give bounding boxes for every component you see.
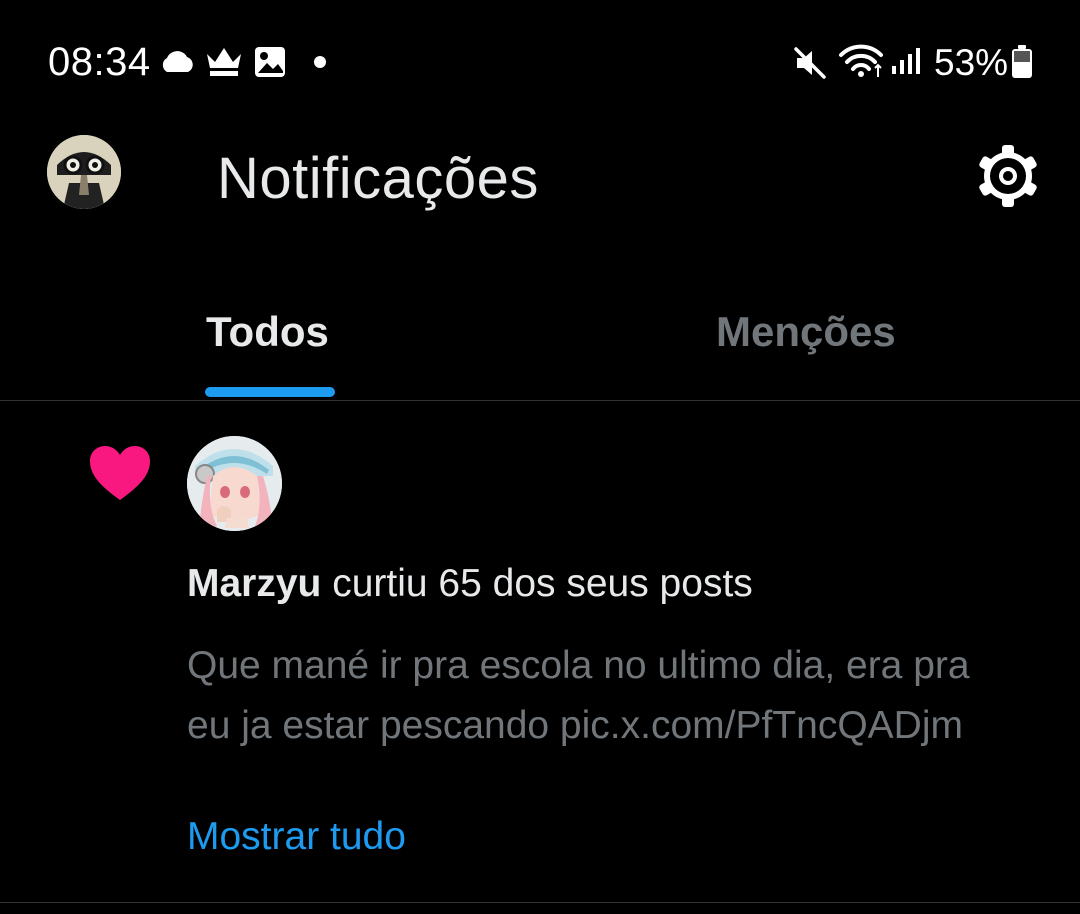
notification-text: Marzyu curtiu 65 dos seus posts [187,562,753,606]
crown-icon [207,48,241,76]
tab-mentions[interactable]: Menções [716,308,896,356]
user-profile-picture [187,436,282,531]
settings-button[interactable] [972,140,1044,212]
gear-icon [979,145,1037,207]
wifi-icon [839,44,883,77]
image-icon [255,47,285,77]
heart-icon [90,446,150,500]
page-title: Notificações [217,146,539,211]
notification-action: curtiu 65 dos seus posts [321,562,753,605]
show-all-link[interactable]: Mostrar tudo [187,815,406,859]
user-name[interactable]: Marzyu [187,562,321,605]
user-avatar[interactable] [187,436,282,531]
post-preview: Que mané ir pra escola no ultimo dia, er… [187,644,970,747]
status-bar: 08:34 53% [0,0,1080,126]
active-tab-indicator [205,387,335,397]
mute-icon [794,47,826,79]
cloud-icon [162,51,193,72]
status-time: 08:34 [48,40,151,84]
profile-picture [47,135,121,209]
signal-icon [892,48,920,74]
tabs-divider [0,400,1080,401]
notification-divider [0,902,1080,903]
battery-icon [1012,45,1032,78]
tab-all[interactable]: Todos [206,308,329,356]
dot-icon [314,56,326,68]
battery-percent: 53% [934,42,1009,83]
avatar[interactable] [47,135,121,209]
